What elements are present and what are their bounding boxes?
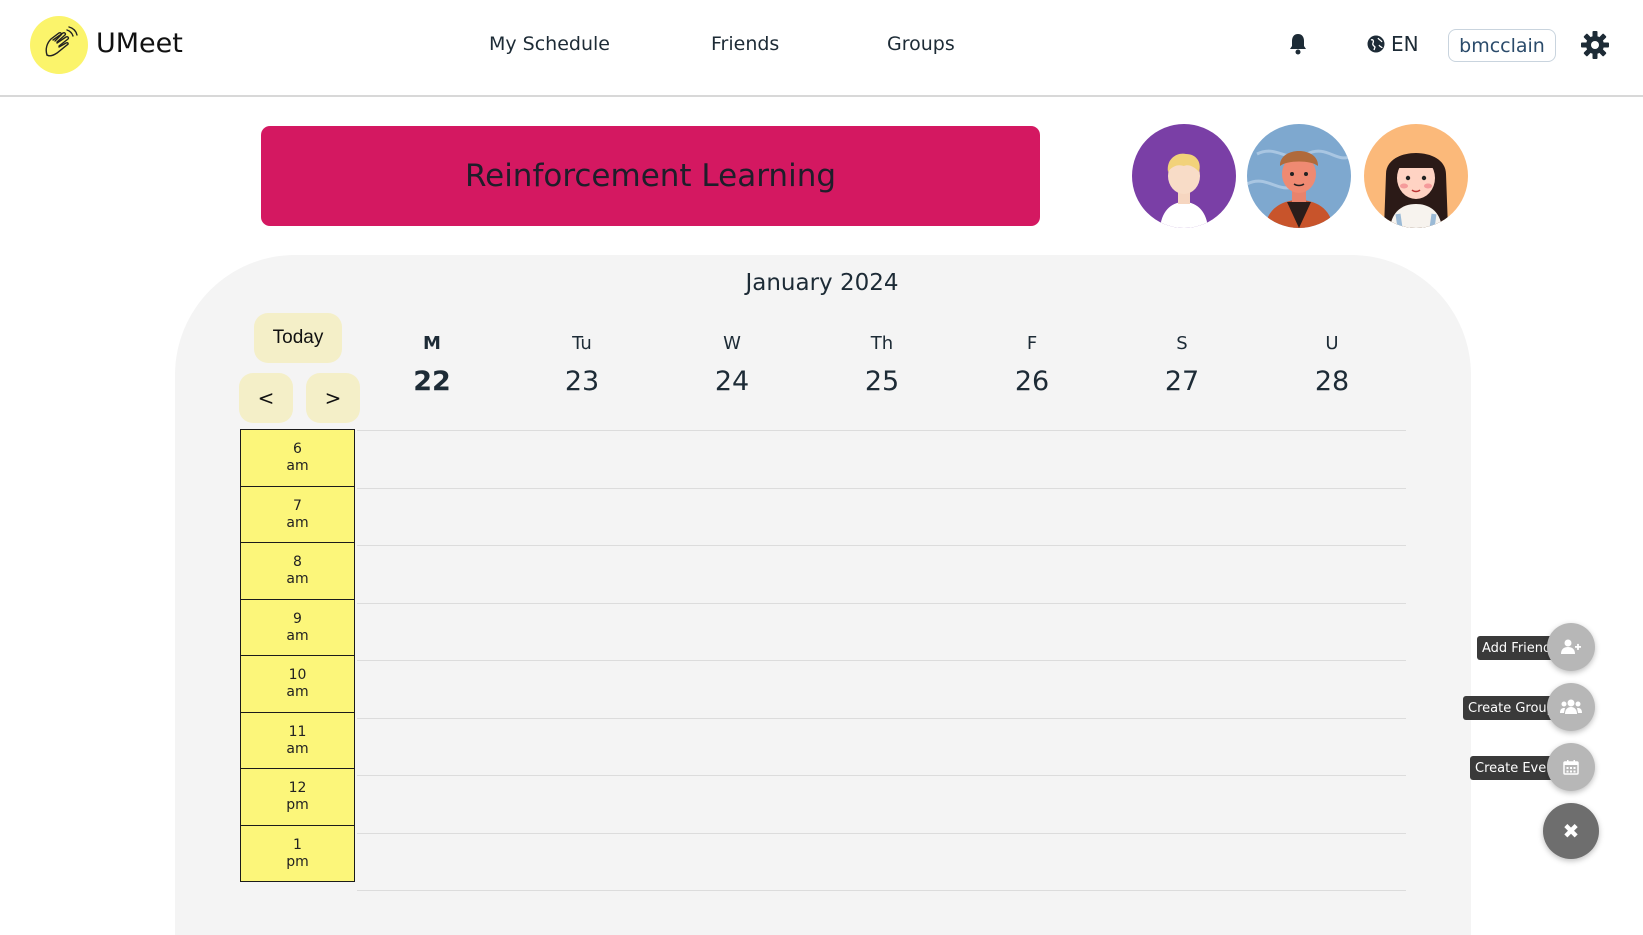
next-week-button[interactable]: > bbox=[306, 373, 360, 423]
day-letter: Th bbox=[870, 333, 894, 354]
users-icon bbox=[1560, 699, 1582, 714]
time-slot-label: 11 am bbox=[240, 711, 355, 769]
day-number: 23 bbox=[564, 366, 600, 397]
add-friend-button[interactable] bbox=[1547, 623, 1595, 671]
slot-hour: 1 bbox=[293, 836, 302, 853]
day-letter: M bbox=[423, 333, 441, 354]
day-header[interactable]: U 28 bbox=[1292, 333, 1372, 397]
slot-period: pm bbox=[286, 853, 309, 870]
gear-icon[interactable] bbox=[1580, 30, 1610, 64]
globe-icon bbox=[1367, 35, 1385, 53]
day-number: 26 bbox=[1014, 366, 1050, 397]
day-header[interactable]: Tu 23 bbox=[542, 333, 622, 397]
create-group-tooltip: Create Group bbox=[1463, 696, 1560, 720]
slot-hour: 7 bbox=[293, 497, 302, 514]
slot-hour: 11 bbox=[288, 723, 307, 740]
time-slot-label: 7 am bbox=[240, 485, 355, 543]
member-avatar[interactable] bbox=[1364, 124, 1468, 228]
slot-period: am bbox=[286, 627, 309, 644]
wave-hand-logo-icon[interactable] bbox=[30, 16, 88, 74]
slot-period: am bbox=[286, 571, 309, 587]
day-letter: S bbox=[1176, 333, 1188, 354]
slot-hour: 10 bbox=[288, 667, 307, 683]
add-friend-tooltip: Add Friend bbox=[1477, 636, 1557, 660]
time-slot-label: 10 am bbox=[240, 655, 355, 713]
day-number: 28 bbox=[1314, 366, 1350, 397]
top-navbar: UMeet My Schedule Friends Groups EN bmcc… bbox=[0, 0, 1643, 97]
previous-week-button[interactable]: < bbox=[239, 373, 293, 423]
user-profile-button[interactable]: bmcclain bbox=[1448, 29, 1556, 62]
grid-row-divider bbox=[357, 717, 1406, 719]
create-event-button[interactable] bbox=[1547, 743, 1595, 791]
nav-groups[interactable]: Groups bbox=[887, 33, 955, 55]
grid-row-divider bbox=[357, 430, 1406, 431]
slot-hour: 8 bbox=[293, 554, 302, 570]
schedule-grid[interactable] bbox=[357, 430, 1406, 902]
day-number: 27 bbox=[1164, 366, 1200, 397]
time-slot-label: 8 am bbox=[240, 542, 355, 600]
time-column: 6 am 7 am 8 am 9 am 10 am 11 am 12 pm 1 pm bbox=[240, 429, 357, 882]
slot-hour: 9 bbox=[293, 610, 302, 627]
day-letter: Tu bbox=[572, 333, 592, 354]
grid-row-divider bbox=[357, 660, 1406, 661]
add-user-icon bbox=[1561, 639, 1581, 654]
today-button[interactable]: Today bbox=[254, 313, 342, 363]
day-letter: F bbox=[1026, 333, 1038, 354]
time-slot-label: 9 am bbox=[240, 598, 355, 656]
calendar-icon bbox=[1563, 760, 1579, 775]
grid-row-divider bbox=[357, 487, 1406, 489]
slot-period: am bbox=[286, 684, 309, 700]
slot-hour: 12 bbox=[288, 780, 307, 796]
day-header[interactable]: F 26 bbox=[992, 333, 1072, 397]
create-group-button[interactable] bbox=[1547, 683, 1595, 731]
language-label: EN bbox=[1391, 32, 1419, 56]
slot-hour: 6 bbox=[293, 441, 302, 457]
nav-friends[interactable]: Friends bbox=[711, 33, 779, 55]
brand-name[interactable]: UMeet bbox=[96, 28, 183, 59]
group-title-banner: Reinforcement Learning bbox=[261, 126, 1040, 226]
month-label: January 2024 bbox=[745, 270, 899, 296]
language-selector[interactable]: EN bbox=[1367, 32, 1419, 56]
grid-row-divider bbox=[357, 890, 1406, 891]
bell-icon[interactable] bbox=[1288, 33, 1308, 59]
grid-row-divider bbox=[357, 775, 1406, 776]
grid-row-divider bbox=[357, 832, 1406, 834]
time-slot-label: 12 pm bbox=[240, 768, 355, 826]
grid-row-divider bbox=[357, 602, 1406, 604]
slot-period: am bbox=[286, 740, 309, 757]
nav-my-schedule[interactable]: My Schedule bbox=[489, 33, 610, 55]
time-slot-label: 1 pm bbox=[240, 824, 355, 882]
close-fab-button[interactable]: ✖ bbox=[1543, 803, 1599, 859]
slot-period: am bbox=[286, 514, 309, 531]
day-header[interactable]: Th 25 bbox=[842, 333, 922, 397]
day-letter: U bbox=[1325, 333, 1339, 354]
day-header[interactable]: W 24 bbox=[692, 333, 772, 397]
time-slot-label: 6 am bbox=[240, 429, 355, 487]
day-number: 22 bbox=[413, 366, 451, 397]
member-avatar[interactable] bbox=[1247, 124, 1351, 228]
member-avatar[interactable] bbox=[1132, 124, 1236, 228]
day-letter: W bbox=[723, 333, 741, 354]
close-icon: ✖ bbox=[1562, 819, 1580, 843]
day-number: 25 bbox=[864, 366, 900, 397]
grid-row-divider bbox=[357, 545, 1406, 546]
day-number: 24 bbox=[714, 366, 750, 397]
day-header[interactable]: M 22 bbox=[392, 333, 472, 397]
slot-period: am bbox=[286, 458, 309, 474]
day-header[interactable]: S 27 bbox=[1142, 333, 1222, 397]
slot-period: pm bbox=[286, 797, 309, 813]
